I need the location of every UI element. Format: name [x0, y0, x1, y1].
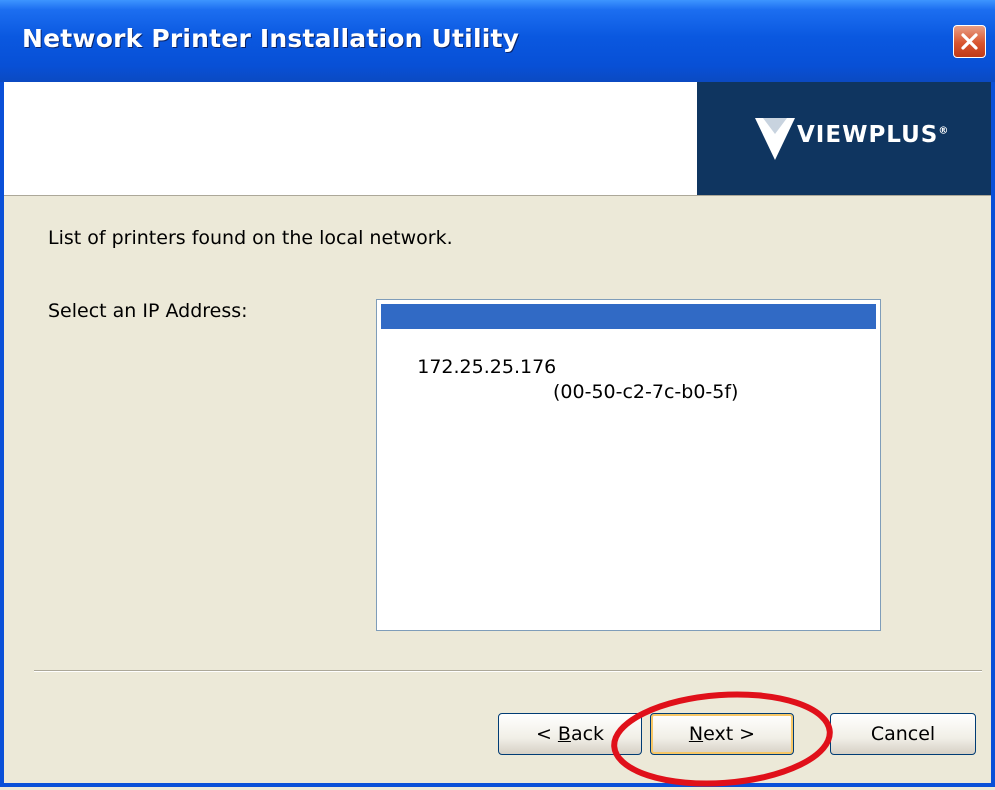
mac-address: (00-50-c2-7c-b0-1b) — [531, 355, 722, 377]
ip-address-list[interactable]: 172.25.25.64 (00-50-c2-7c-b0-1b) 172.25.… — [376, 299, 881, 631]
brand-name: VIEWPLUS® — [797, 122, 950, 148]
back-button[interactable]: < Back — [498, 713, 642, 755]
next-button[interactable]: Next > — [650, 713, 794, 755]
window-title: Network Printer Installation Utility — [22, 24, 520, 53]
description-text: List of printers found on the local netw… — [48, 227, 453, 249]
list-item[interactable]: 172.25.25.64 (00-50-c2-7c-b0-1b) — [381, 304, 876, 377]
cancel-button[interactable]: Cancel — [830, 713, 976, 755]
separator — [34, 670, 982, 672]
ip-address: 172.25.25.176 — [417, 356, 557, 378]
viewplus-logo-icon — [755, 118, 795, 160]
close-button[interactable] — [953, 25, 986, 58]
title-bar[interactable]: Network Printer Installation Utility — [0, 0, 995, 82]
mac-address: (00-50-c2-7c-b0-5f) — [553, 381, 739, 403]
close-icon — [961, 33, 978, 50]
ip-address-label: Select an IP Address: — [48, 300, 248, 322]
installer-window: Network Printer Installation Utility VIE… — [0, 0, 995, 787]
list-item[interactable]: 172.25.25.176 (00-50-c2-7c-b0-5f) — [381, 330, 876, 403]
brand-logo: VIEWPLUS® — [697, 82, 991, 195]
